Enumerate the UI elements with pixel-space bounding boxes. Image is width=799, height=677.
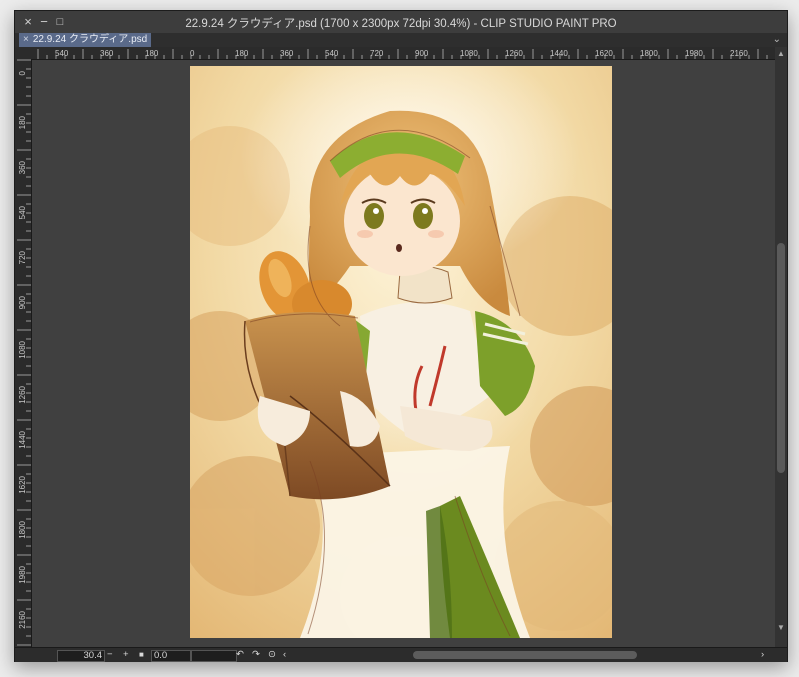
ruler-label: 2160	[730, 49, 748, 58]
ruler-label: 1980	[18, 565, 27, 583]
ruler-label: 180	[18, 115, 27, 129]
ruler-label: 720	[18, 250, 27, 264]
ruler-label: 360	[280, 49, 294, 58]
ruler-label: 360	[100, 49, 114, 58]
ruler-label: 180	[235, 49, 249, 58]
artwork-canvas[interactable]	[190, 66, 612, 638]
rotate-right-icon[interactable]: ↷	[252, 650, 260, 660]
zoom-in-icon[interactable]: +	[123, 650, 129, 660]
horizontal-ruler: 540 360 180 0 180 360 540 720 900 1080 1260 1440 162…	[31, 47, 775, 60]
ruler-label: 1080	[460, 49, 478, 58]
scroll-right-icon[interactable]: ›	[761, 650, 764, 660]
ruler-label: 900	[18, 295, 27, 309]
close-tab-icon[interactable]: ×	[23, 34, 29, 45]
ruler-label: 540	[55, 49, 69, 58]
ruler-label: 720	[370, 49, 384, 58]
zoom-input[interactable]: 30.4	[57, 650, 105, 662]
zoom-out-icon[interactable]: −	[107, 650, 113, 660]
reset-rotation-icon[interactable]: ⊙	[268, 650, 276, 660]
scroll-up-icon[interactable]: ▲	[775, 49, 787, 59]
window-title: 22.9.24 クラウディア.psd (1700 x 2300px 72dpi …	[185, 18, 617, 30]
ruler-label: 1620	[18, 475, 27, 493]
rotate-left-icon[interactable]: ↶	[236, 650, 244, 660]
title-bar: × − □ 22.9.24 クラウディア.psd (1700 x 2300px …	[15, 11, 787, 33]
tab-menu-chevron-icon[interactable]: ⌄	[773, 33, 781, 47]
vertical-scroll-thumb[interactable]	[777, 243, 785, 473]
status-bar: 30.4 − + ■ 0.0 ↶ ↷ ⊙ ‹ ›	[15, 647, 787, 662]
document-tab[interactable]: × 22.9.24 クラウディア.psd	[19, 33, 152, 47]
ruler-label: 1080	[18, 340, 27, 358]
app-window: × − □ 22.9.24 クラウディア.psd (1700 x 2300px …	[14, 10, 788, 662]
rotation-input[interactable]: 0.0	[151, 650, 191, 662]
ruler-label: 1440	[18, 430, 27, 448]
canvas-area[interactable]	[32, 60, 775, 647]
document-tab-label: 22.9.24 クラウディア.psd	[32, 34, 148, 45]
scroll-left-icon[interactable]: ‹	[283, 650, 286, 660]
document-tab-bar: × 22.9.24 クラウディア.psd ⌄	[15, 33, 787, 47]
horizontal-scroll-thumb[interactable]	[413, 651, 637, 659]
fit-to-window-icon[interactable]: ■	[139, 650, 144, 660]
ruler-label: 900	[415, 49, 429, 58]
ruler-label: 540	[18, 205, 27, 219]
ruler-label: 0	[190, 49, 195, 58]
vertical-scrollbar[interactable]: ▲ ▼	[775, 47, 787, 647]
ruler-label: 1260	[505, 49, 523, 58]
vertical-ruler: 0 180 360 540 720 900 1080 1260 1440 1620 1800 1980…	[15, 59, 32, 647]
ruler-label: 0	[18, 70, 27, 75]
ruler-label: 540	[325, 49, 339, 58]
ruler-label: 360	[18, 160, 27, 174]
scroll-down-icon[interactable]: ▼	[775, 623, 787, 633]
ruler-label: 1800	[640, 49, 658, 58]
ruler-label: 1800	[18, 520, 27, 538]
ruler-corner	[15, 47, 31, 59]
ruler-label: 1260	[18, 385, 27, 403]
ruler-label: 1980	[685, 49, 703, 58]
ruler-label: 2160	[18, 610, 27, 628]
ruler-label: 1440	[550, 49, 568, 58]
rotation-slider[interactable]	[191, 650, 237, 662]
ruler-label: 1620	[595, 49, 613, 58]
ruler-label: 180	[145, 49, 159, 58]
